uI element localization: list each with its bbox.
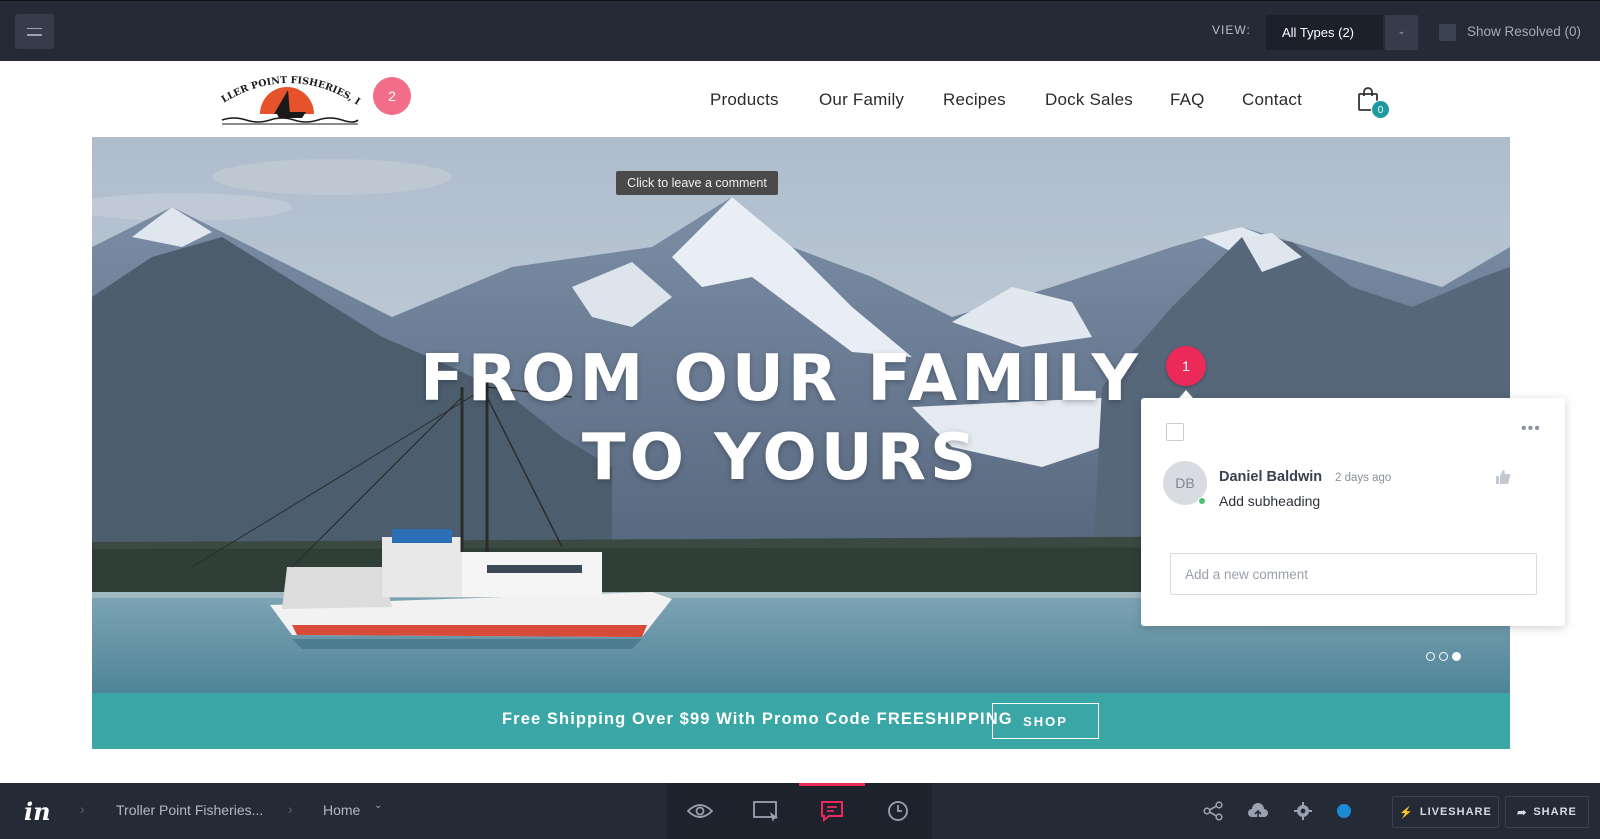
share-arrow-icon: ➦: [1517, 806, 1528, 819]
build-mode-button[interactable]: [733, 783, 799, 839]
cart-count-badge: 0: [1371, 100, 1390, 119]
user-avatar-dot[interactable]: [1337, 804, 1351, 818]
new-comment-input[interactable]: [1170, 553, 1537, 595]
carousel-dot-3[interactable]: [1452, 652, 1461, 661]
show-resolved-checkbox[interactable]: [1439, 24, 1456, 41]
more-options-icon[interactable]: •••: [1521, 420, 1541, 438]
view-label: VIEW:: [1212, 23, 1251, 37]
show-resolved-label[interactable]: Show Resolved (0): [1467, 24, 1581, 39]
comment-pin-1[interactable]: 1: [1166, 346, 1206, 386]
carousel-dots: [1426, 652, 1461, 661]
liveshare-label: LIVESHARE: [1419, 806, 1492, 818]
breadcrumb-chevron-icon: ›: [80, 801, 85, 817]
lightning-icon: ⚡: [1399, 806, 1414, 819]
comment-author: Daniel Baldwin: [1219, 469, 1323, 485]
cloud-sync-icon[interactable]: [1248, 801, 1268, 821]
share-label: SHARE: [1533, 806, 1577, 818]
nav-contact[interactable]: Contact: [1242, 90, 1302, 110]
liveshare-button[interactable]: ⚡ LIVESHARE: [1392, 796, 1499, 828]
share-button[interactable]: ➦ SHARE: [1505, 796, 1589, 828]
breadcrumb-screen[interactable]: Home: [323, 802, 360, 818]
nav-faq[interactable]: FAQ: [1170, 90, 1205, 110]
nav-products[interactable]: Products: [710, 90, 779, 110]
carousel-dot-2[interactable]: [1439, 652, 1448, 661]
chevron-down-icon[interactable]: ⌄: [1385, 15, 1418, 50]
comment-mode-button[interactable]: [799, 783, 865, 839]
nav-recipes[interactable]: Recipes: [943, 90, 1006, 110]
invision-top-bar: VIEW: All Types (2) ⌄ Show Resolved (0): [0, 0, 1600, 61]
nav-dock-sales[interactable]: Dock Sales: [1045, 90, 1133, 110]
comment-text: Add subheading: [1219, 493, 1321, 509]
preview-mode-button[interactable]: [667, 783, 733, 839]
carousel-dot-1[interactable]: [1426, 652, 1435, 661]
gear-icon[interactable]: [1293, 801, 1313, 821]
preview-eye-icon: [687, 804, 713, 818]
screen-dropdown-icon[interactable]: ⌄: [374, 800, 382, 811]
leave-comment-tooltip: Click to leave a comment: [616, 171, 778, 195]
comment-icon: [821, 801, 843, 822]
nav-our-family[interactable]: Our Family: [819, 90, 904, 110]
thumbs-up-icon[interactable]: [1494, 468, 1512, 486]
promo-text: Free Shipping Over $99 With Promo Code F…: [502, 710, 1013, 728]
history-clock-icon: [888, 801, 908, 821]
comment-timestamp: 2 days ago: [1335, 472, 1392, 484]
promo-banner: Free Shipping Over $99 With Promo Code F…: [92, 693, 1510, 749]
build-screen-icon: [753, 801, 778, 822]
popover-caret: [1179, 390, 1193, 398]
menu-button[interactable]: [15, 14, 54, 49]
invision-logo[interactable]: in: [24, 797, 51, 826]
breadcrumb-project[interactable]: Troller Point Fisheries...: [116, 802, 263, 818]
breadcrumb-chevron-icon: ›: [288, 801, 293, 817]
online-status-icon: [1198, 497, 1206, 505]
invision-bottom-bar: in › Troller Point Fisheries... › Home ⌄: [0, 783, 1600, 839]
mode-switcher: [667, 783, 932, 839]
view-type-select[interactable]: All Types (2): [1266, 15, 1383, 50]
history-mode-button[interactable]: [865, 783, 931, 839]
comment-popover: ••• DB Daniel Baldwin 2 days ago Add sub…: [1141, 398, 1565, 626]
shop-button[interactable]: SHOP: [992, 703, 1099, 739]
share-nodes-icon[interactable]: [1203, 801, 1223, 821]
resolve-checkbox[interactable]: [1166, 423, 1184, 441]
